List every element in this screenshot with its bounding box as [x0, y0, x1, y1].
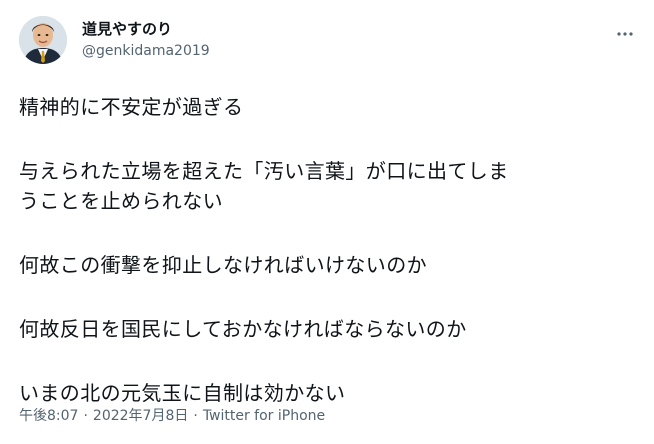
avatar-photo-icon	[19, 16, 67, 64]
tweet-text: 精神的に不安定が過ぎる 与えられた立場を超えた「汚い言葉」が口に出てしま うこと…	[19, 92, 629, 408]
meta-separator: ·	[193, 408, 198, 424]
tweet-time-link[interactable]: 午後8:07	[19, 408, 78, 424]
tweet-source-link[interactable]: Twitter for iPhone	[203, 408, 325, 424]
tweet-line: 与えられた立場を超えた「汚い言葉」が口に出てしま	[19, 159, 509, 183]
tweet-header: 道見やすのり @genkidama2019	[19, 14, 640, 74]
tweet-metadata: 午後8:07 · 2022年7月8日 · Twitter for iPhone	[19, 406, 325, 426]
avatar[interactable]	[19, 16, 67, 64]
tweet-line: うことを止められない	[19, 189, 223, 213]
tweet-line: 何故反日を国民にしておかなければならないのか	[19, 317, 467, 341]
display-name[interactable]: 道見やすのり	[82, 20, 210, 39]
meta-separator: ·	[83, 408, 88, 424]
tweet-line: いまの北の元気玉に自制は効かない	[19, 381, 346, 405]
tweet-line: 何故この衝撃を抑止しなければいけないのか	[19, 253, 427, 277]
user-handle[interactable]: @genkidama2019	[82, 42, 210, 61]
more-options-icon	[617, 32, 633, 36]
user-info: 道見やすのり @genkidama2019	[82, 20, 210, 61]
tweet-line: 精神的に不安定が過ぎる	[19, 95, 244, 119]
tweet-date-link[interactable]: 2022年7月8日	[93, 408, 188, 424]
tweet-card: 道見やすのり @genkidama2019 精神的に不安定が過ぎる 与えられた立…	[0, 0, 654, 444]
more-options-button[interactable]	[614, 26, 636, 40]
